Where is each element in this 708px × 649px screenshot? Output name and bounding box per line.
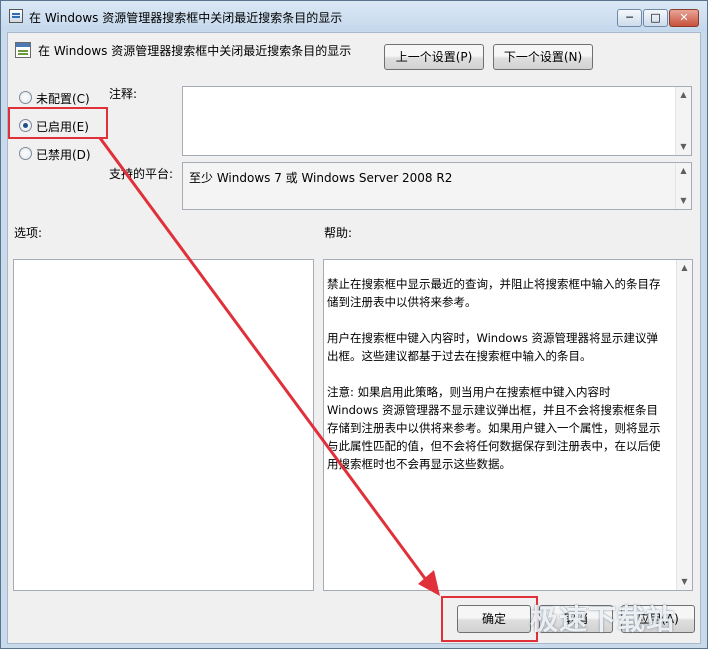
annotation-arrow: [98, 137, 440, 596]
annotation-arrow-line: [98, 137, 434, 589]
watermark: 极速下载站: [530, 603, 676, 636]
